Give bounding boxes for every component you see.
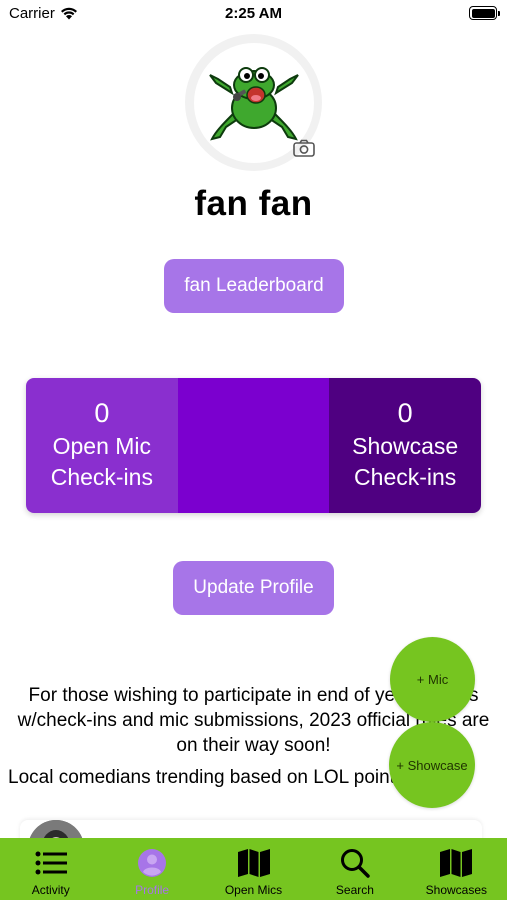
open-mic-checkins-label: Check-ins [50,464,153,490]
showcase-label: Showcase [352,433,459,459]
person-icon [135,846,169,880]
tab-profile[interactable]: Profile [101,838,202,900]
tab-activity[interactable]: Activity [0,838,101,900]
open-mic-label: Open Mic [52,433,152,459]
tab-activity-label: Activity [31,883,70,897]
tab-bar: Activity Profile Open Mics Search Showca… [0,838,507,900]
add-showcase-button[interactable]: + Showcase [389,722,475,808]
map-icon [237,846,271,880]
leaderboard-button[interactable]: fan Leaderboard [164,259,344,313]
search-icon [338,846,372,880]
battery-icon [469,6,500,20]
map-icon [439,846,473,880]
tab-open-mics[interactable]: Open Mics [203,838,304,900]
trending-heading: Local comedians trending based on LOL po… [8,767,405,788]
tab-showcases[interactable]: Showcases [406,838,507,900]
update-profile-button[interactable]: Update Profile [173,561,334,615]
checkin-stats-panel: 0 Open Mic Check-ins 0 Showcase Check-in… [26,378,481,513]
stats-middle-panel [177,378,330,513]
status-time: 2:25 AM [225,5,282,22]
showcase-checkins-stat[interactable]: 0 Showcase Check-ins [329,378,481,513]
list-icon [34,846,68,880]
tab-showcases-label: Showcases [425,883,488,897]
tab-profile-label: Profile [135,883,170,897]
open-mic-checkins-count: 0 [94,398,110,428]
profile-name: fan fan [194,184,313,223]
tab-search-label: Search [335,883,374,897]
tab-open-mics-label: Open Mics [224,883,283,897]
showcase-checkins-label: Check-ins [354,464,457,490]
tab-search[interactable]: Search [304,838,405,900]
open-mic-checkins-stat[interactable]: 0 Open Mic Check-ins [26,378,178,513]
showcase-checkins-count: 0 [397,398,413,428]
camera-icon[interactable] [292,138,316,158]
status-bar: Carrier 2:25 AM [0,0,507,30]
add-mic-button[interactable]: + Mic [390,637,475,722]
